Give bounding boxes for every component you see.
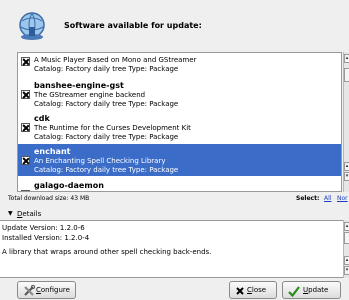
scroll-thumb[interactable] [344,232,349,244]
package-description: An Enchanting Spell Checking Library [34,157,166,165]
package-long-description: A library that wraps around other spell … [2,248,212,256]
package-description: A Music Player Based on Mono and GStream… [34,56,197,64]
package-catalog: Catalog: Factory daily tree Type: Packag… [34,133,179,141]
list-item[interactable]: banshee-engine-gst The GStreamer engine … [18,78,341,109]
package-checkbox[interactable] [21,90,30,99]
update-button[interactable]: Update [282,281,341,299]
configure-button[interactable]: Configure [17,281,76,299]
package-name: enchant [34,147,71,156]
scroll-thumb[interactable] [344,68,349,82]
select-label: Select: [296,195,320,202]
close-button[interactable]: Close [229,281,277,299]
checkmark-icon [288,286,300,297]
package-catalog: Catalog: Factory daily tree Type: Packag… [34,166,179,174]
wrench-screwdriver-icon [24,285,35,296]
list-item-selected[interactable]: enchant An Enchanting Spell Checking Lib… [18,144,341,176]
list-item[interactable]: galago-daemon [18,178,341,191]
package-catalog: Catalog: Factory daily tree Type: Packag… [34,100,179,108]
package-checkbox[interactable] [21,190,30,191]
x-icon [236,287,244,295]
package-checkbox[interactable] [21,123,30,132]
scroll-up-icon[interactable]: ▴ [344,222,349,231]
scroll-up-icon[interactable]: ▴ [344,54,349,63]
select-all-link[interactable]: All [324,195,331,202]
package-description: The Runtime for the Curses Development K… [34,124,191,132]
package-name: cdk [34,114,50,123]
header: Software available for update: [0,0,349,50]
details-pane: Update Version: 1.2.0-6 Installed Versio… [0,220,343,278]
details-scrollbar[interactable]: ▴ ▴ ▾ [343,220,349,278]
update-version: Update Version: 1.2.0-6 [2,224,85,232]
globe-update-icon [19,12,45,40]
package-description: The GStreamer engine backend [34,91,146,99]
list-item[interactable]: A Music Player Based on Mono and GStream… [18,53,341,75]
scroll-down-icon[interactable]: ▾ [344,172,349,181]
scroll-up-icon[interactable]: ▴ [344,162,349,171]
total-download-size: Total download size: 43 MB [8,195,90,202]
triangle-down-icon[interactable]: ▼ [8,210,13,217]
page-title: Software available for update: [64,21,202,30]
package-checkbox[interactable] [21,156,30,165]
package-name: banshee-engine-gst [34,81,124,90]
package-list[interactable]: A Music Player Based on Mono and GStream… [17,52,342,192]
package-catalog: Catalog: Factory daily tree Type: Packag… [34,65,179,73]
select-none-link[interactable]: Nor [337,195,348,202]
installed-version: Installed Version: 1.2.0-4 [2,234,90,242]
scroll-up-icon[interactable]: ▴ [344,256,349,265]
package-checkbox[interactable] [21,57,30,66]
list-item[interactable]: cdk The Runtime for the Curses Developme… [18,111,341,142]
scroll-down-icon[interactable]: ▾ [344,266,349,275]
details-toggle[interactable]: Details [17,210,41,218]
package-name: galago-daemon [34,181,104,190]
list-scrollbar[interactable]: ▴ ▴ ▾ [343,52,349,192]
